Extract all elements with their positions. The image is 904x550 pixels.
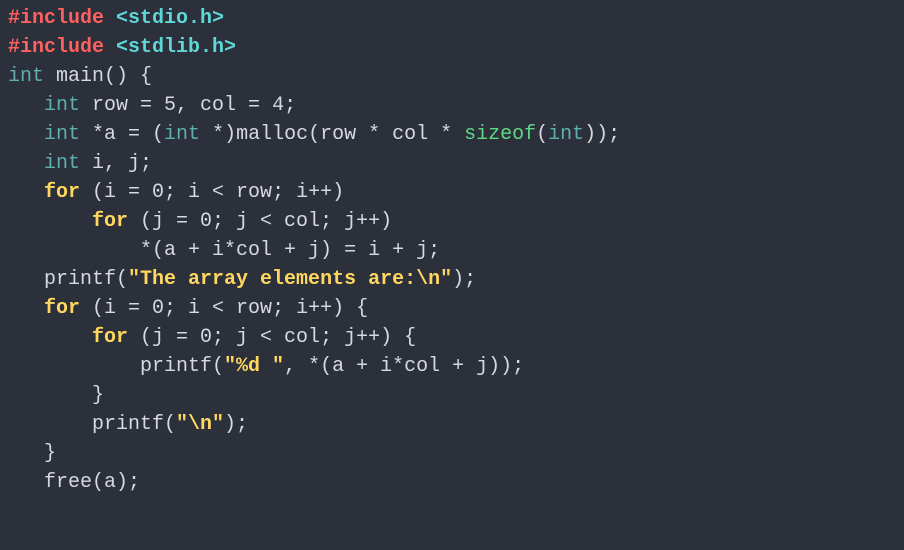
indent [8, 355, 140, 378]
for-keyword: for [44, 181, 80, 204]
type-keyword: int [44, 94, 80, 117]
function-call: printf( [140, 355, 224, 378]
code-text: free(a); [44, 471, 140, 494]
function-call: printf( [92, 413, 176, 436]
code-text: *a = ( [80, 123, 164, 146]
code-text: row = 5, col = 4; [80, 94, 296, 117]
preprocessor-directive: #include [8, 36, 104, 59]
type-keyword: int [8, 65, 44, 88]
for-keyword: for [44, 297, 80, 320]
preprocessor-directive: #include [8, 7, 104, 30]
code-line-5: int *a = (int *)malloc(row * col * sizeo… [8, 123, 620, 146]
indent [8, 239, 140, 262]
for-keyword: for [92, 210, 128, 233]
indent [8, 94, 44, 117]
code-line-15: printf("\n"); [8, 413, 248, 436]
type-keyword: int [44, 152, 80, 175]
indent [8, 123, 44, 146]
indent [8, 181, 44, 204]
code-line-14: } [8, 384, 104, 407]
code-text: i, j; [80, 152, 152, 175]
code-text: (i = 0; i < row; i++) [80, 181, 344, 204]
code-block: #include <stdio.h> #include <stdlib.h> i… [8, 4, 896, 497]
type-keyword: int [164, 123, 200, 146]
type-keyword: int [548, 123, 584, 146]
code-text: } [44, 442, 56, 465]
code-line-8: for (j = 0; j < col; j++) [8, 210, 392, 233]
indent [8, 384, 92, 407]
code-text: ( [536, 123, 548, 146]
code-text: )); [584, 123, 620, 146]
indent [8, 442, 44, 465]
indent [8, 297, 44, 320]
string-literal: "The array elements are:\n" [128, 268, 452, 291]
header-file: <stdlib.h> [104, 36, 236, 59]
string-literal: "%d " [224, 355, 284, 378]
header-file: <stdio.h> [104, 7, 224, 30]
code-line-17: free(a); [8, 471, 140, 494]
function-call: printf( [44, 268, 128, 291]
code-line-2: #include <stdlib.h> [8, 36, 236, 59]
code-line-3: int main() { [8, 65, 152, 88]
indent [8, 471, 44, 494]
code-line-9: *(a + i*col + j) = i + j; [8, 239, 440, 262]
code-line-4: int row = 5, col = 4; [8, 94, 296, 117]
indent [8, 210, 92, 233]
code-text: ); [452, 268, 476, 291]
code-line-11: for (i = 0; i < row; i++) { [8, 297, 368, 320]
indent [8, 152, 44, 175]
code-text: main() { [44, 65, 152, 88]
code-text: *(a + i*col + j) = i + j; [140, 239, 440, 262]
string-literal: "\n" [176, 413, 224, 436]
code-line-12: for (j = 0; j < col; j++) { [8, 326, 416, 349]
code-line-7: for (i = 0; i < row; i++) [8, 181, 344, 204]
code-text: ); [224, 413, 248, 436]
sizeof-keyword: sizeof [464, 123, 536, 146]
code-line-6: int i, j; [8, 152, 152, 175]
code-text: (j = 0; j < col; j++) [128, 210, 392, 233]
code-text: *)malloc(row * col * [200, 123, 464, 146]
for-keyword: for [92, 326, 128, 349]
code-line-16: } [8, 442, 56, 465]
code-text: (j = 0; j < col; j++) { [128, 326, 416, 349]
type-keyword: int [44, 123, 80, 146]
indent [8, 326, 92, 349]
indent [8, 413, 92, 436]
code-line-10: printf("The array elements are:\n"); [8, 268, 476, 291]
indent [8, 268, 44, 291]
code-line-13: printf("%d ", *(a + i*col + j)); [8, 355, 524, 378]
code-text: , *(a + i*col + j)); [284, 355, 524, 378]
code-line-1: #include <stdio.h> [8, 7, 224, 30]
code-text: } [92, 384, 104, 407]
code-text: (i = 0; i < row; i++) { [80, 297, 368, 320]
